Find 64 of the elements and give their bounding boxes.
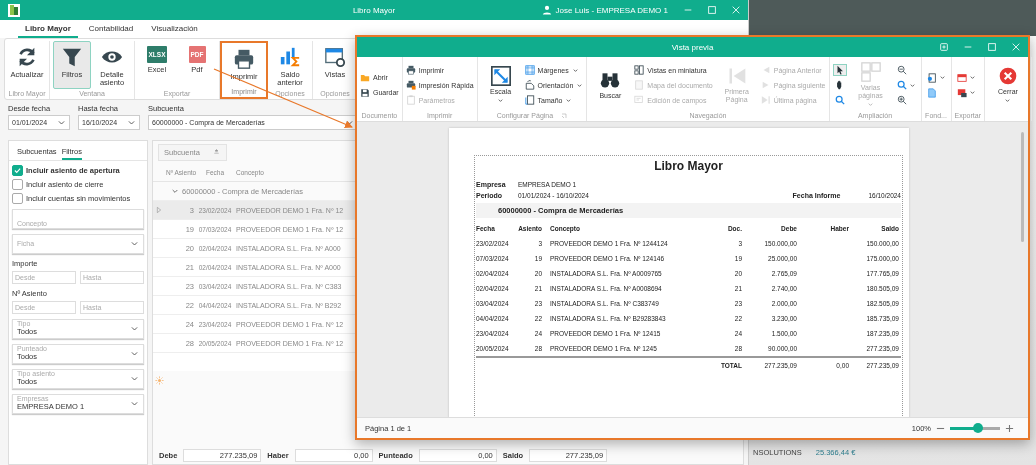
- scrollbar[interactable]: [1021, 132, 1024, 242]
- filter-icon: [61, 46, 83, 68]
- pdf-export-icon: [956, 72, 967, 83]
- check-icon: [13, 166, 22, 175]
- dialog-launcher-button[interactable]: [561, 112, 568, 119]
- plus-icon: [1005, 423, 1014, 433]
- last-page-icon: [760, 95, 771, 105]
- chevron-down-icon: [127, 118, 136, 127]
- document-map-icon: [634, 80, 645, 90]
- new-row-icon: [154, 375, 164, 385]
- close-circle-icon: [998, 65, 1018, 86]
- caret-icon: [938, 74, 946, 81]
- save-icon: [360, 87, 370, 98]
- clipboard-icon: [405, 95, 416, 105]
- refresh-icon: [16, 46, 38, 68]
- zoom-slider[interactable]: [950, 426, 1000, 430]
- bar-chart-icon: [279, 46, 301, 68]
- checkbox[interactable]: [12, 165, 23, 176]
- launcher-icon: [561, 112, 568, 119]
- folder-icon: [360, 72, 370, 83]
- checkbox[interactable]: [12, 179, 23, 190]
- printer-icon: [233, 48, 255, 70]
- thumbnails-icon: [634, 65, 645, 75]
- user-icon: [541, 5, 552, 15]
- margins-icon: [524, 65, 535, 75]
- close-icon: [731, 5, 741, 15]
- mail-export-icon: [956, 87, 967, 98]
- sort-icon: [211, 147, 221, 157]
- zoom-in-icon: [896, 95, 907, 105]
- user-name: Jose Luis - EMPRESA DEMO 1: [555, 5, 668, 15]
- ribbon-tab[interactable]: Visualización: [144, 20, 205, 38]
- magnifier-icon: [896, 80, 907, 90]
- caret-icon: [908, 81, 916, 89]
- page-watermark-icon: [926, 87, 937, 98]
- triangle-right-icon: [760, 80, 771, 90]
- ribbon-tab[interactable]: Contabilidad: [81, 20, 141, 38]
- maximize-icon: [707, 5, 717, 15]
- page-size-icon: [524, 95, 535, 105]
- magnifier-icon: [834, 95, 845, 105]
- tool-button[interactable]: [832, 64, 847, 76]
- page-color-icon: [926, 72, 937, 83]
- rotate-page-icon: [524, 80, 535, 90]
- checkbox[interactable]: [12, 193, 23, 204]
- caret-icon: [497, 97, 505, 105]
- form-fields-icon: [634, 95, 645, 105]
- quick-printer-icon: [405, 80, 416, 90]
- chevron-down-icon: [171, 187, 179, 195]
- chevron-down-icon: [57, 118, 66, 127]
- zoom-out-icon: [896, 65, 907, 75]
- window-icon: [324, 46, 346, 68]
- caret-icon: [1004, 97, 1012, 105]
- window-title: Libro Mayor: [352, 5, 396, 15]
- window-title: Vista previa: [671, 42, 714, 52]
- pin-icon: [939, 42, 949, 52]
- maximize-icon: [987, 42, 997, 52]
- row-pointer-icon: [155, 206, 163, 214]
- printer-icon: [405, 65, 416, 75]
- app-logo: [8, 3, 20, 17]
- caret-icon: [867, 101, 874, 109]
- zoom-in-button[interactable]: [1005, 423, 1014, 433]
- close-icon: [1011, 42, 1021, 52]
- report-title: Libro Mayor: [653, 159, 724, 173]
- four-squares-icon: [860, 61, 881, 82]
- expand-arrows-icon: [490, 65, 511, 86]
